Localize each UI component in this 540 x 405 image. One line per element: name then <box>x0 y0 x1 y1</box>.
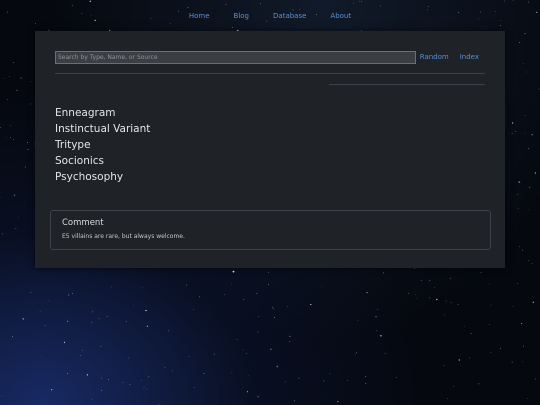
nav-home-link[interactable]: Home <box>177 9 222 23</box>
type-link-enneagram[interactable]: Enneagram <box>55 105 150 121</box>
index-link[interactable]: Index <box>460 52 479 62</box>
random-link[interactable]: Random <box>420 52 449 62</box>
nav-database-link[interactable]: Database <box>261 9 318 23</box>
comment-text: E5 villains are rare, but always welcome… <box>62 233 185 240</box>
divider <box>329 84 485 85</box>
nav-blog-link[interactable]: Blog <box>222 9 261 23</box>
type-link-tritype[interactable]: Tritype <box>55 137 150 153</box>
type-system-list: Enneagram Instinctual Variant Tritype So… <box>55 105 150 185</box>
comment-title: Comment <box>62 218 104 228</box>
type-link-psychosophy[interactable]: Psychosophy <box>55 169 150 185</box>
type-link-socionics[interactable]: Socionics <box>55 153 150 169</box>
comment-card: Comment E5 villains are rare, but always… <box>50 210 491 250</box>
nav-about-link[interactable]: About <box>318 9 363 23</box>
main-panel: Random Index Enneagram Instinctual Varia… <box>35 31 505 268</box>
toolbar-links: Random Index <box>420 52 479 62</box>
top-nav: Home Blog Database About <box>0 9 540 23</box>
type-link-instinctual-variant[interactable]: Instinctual Variant <box>55 121 150 137</box>
divider <box>55 73 485 74</box>
search-input[interactable] <box>55 51 416 64</box>
